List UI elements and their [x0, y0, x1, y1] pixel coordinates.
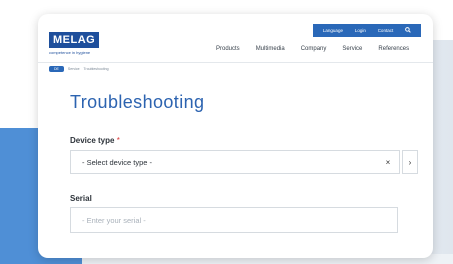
breadcrumb-service[interactable]: Service: [68, 67, 80, 71]
logo-tagline: competence in hygiene: [49, 50, 91, 55]
search-icon[interactable]: [405, 27, 411, 34]
nav-item-service[interactable]: Service: [342, 46, 362, 52]
device-type-label-text: Device type: [70, 136, 115, 145]
utility-link-contact[interactable]: Contact: [378, 28, 394, 33]
browser-window: Language Login Contact MELAG competence …: [38, 14, 433, 258]
serial-label: Serial: [70, 194, 92, 203]
device-type-value: - Select device type -: [82, 157, 153, 167]
device-type-label: Device type *: [70, 136, 120, 145]
utility-bar: Language Login Contact: [313, 24, 421, 37]
required-marker: *: [116, 136, 120, 145]
clear-icon[interactable]: ×: [377, 158, 399, 167]
nav-item-multimedia[interactable]: Multimedia: [256, 46, 285, 52]
breadcrumb: DE Service Troubleshooting: [49, 66, 109, 72]
main-nav: Products Multimedia Company Service Refe…: [216, 46, 409, 52]
logo[interactable]: MELAG competence in hygiene: [49, 30, 100, 55]
breadcrumb-current: Troubleshooting: [83, 67, 109, 71]
page-title: Troubleshooting: [70, 92, 205, 112]
device-type-select[interactable]: - Select device type - ×: [70, 150, 400, 174]
nav-item-references[interactable]: References: [378, 46, 409, 52]
chevron-right-icon[interactable]: ›: [402, 150, 418, 174]
breadcrumb-home[interactable]: DE: [49, 66, 64, 72]
header-divider: [38, 62, 433, 63]
utility-link-login[interactable]: Login: [355, 28, 366, 33]
nav-item-company[interactable]: Company: [301, 46, 327, 52]
logo-wordmark: MELAG: [49, 32, 100, 48]
serial-input[interactable]: [70, 207, 398, 233]
utility-link-language[interactable]: Language: [323, 28, 343, 33]
nav-item-products[interactable]: Products: [216, 46, 240, 52]
